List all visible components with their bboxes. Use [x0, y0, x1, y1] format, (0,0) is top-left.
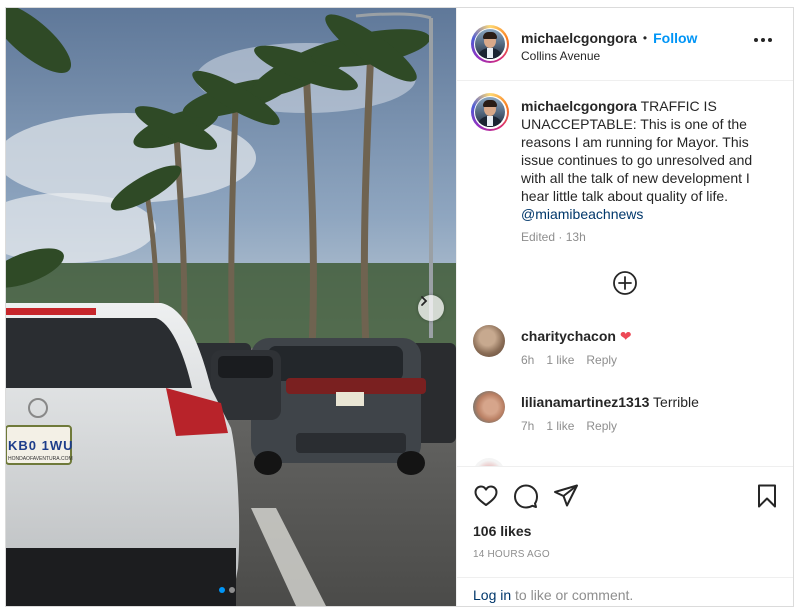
commenter-avatar-partial[interactable]	[473, 458, 505, 466]
save-button[interactable]	[754, 483, 780, 509]
caption-mention-link[interactable]: @miamibeachnews	[521, 206, 643, 222]
comment-button[interactable]	[513, 483, 539, 509]
more-horizontal-icon	[754, 38, 758, 42]
commenter-avatar[interactable]	[473, 391, 505, 423]
license-plate-dealer: HONDAOFAVENTURA.COM	[8, 456, 73, 462]
more-options-button[interactable]	[754, 38, 772, 42]
post-actions: 106 likes 14 HOURS AGO Log in to like or…	[457, 466, 793, 606]
instagram-post-dialog: KB0 1WU HONDAOFAVENTURA.COM michaelcgong…	[5, 7, 794, 607]
bookmark-icon	[758, 484, 776, 508]
follow-button[interactable]: Follow	[653, 30, 697, 46]
commenter-username[interactable]: charitychacon	[521, 328, 616, 344]
author-username[interactable]: michaelcgongora	[521, 30, 637, 46]
post-sidebar: michaelcgongora • Follow Collins Avenue …	[456, 8, 793, 606]
commenter-username[interactable]: lilianamartinez1313	[521, 394, 649, 410]
license-plate-text: KB0 1WU	[8, 438, 74, 453]
edited-label: Edited	[521, 230, 556, 244]
author-avatar[interactable]	[471, 25, 509, 63]
comment-likes[interactable]: 1 like	[546, 419, 574, 433]
edited-time: 13h	[565, 230, 586, 244]
caption-author-avatar[interactable]	[471, 93, 509, 131]
post-header: michaelcgongora • Follow Collins Avenue	[457, 8, 793, 81]
likes-count[interactable]: 106 likes	[473, 523, 531, 539]
post-location[interactable]: Collins Avenue	[521, 49, 600, 63]
post-timestamp: 14 HOURS AGO	[473, 549, 550, 560]
carousel-dot	[229, 587, 235, 593]
carousel-next-button[interactable]	[418, 295, 444, 321]
login-link[interactable]: Log in	[473, 587, 511, 603]
carousel-indicator	[219, 587, 235, 593]
header-separator: •	[642, 31, 648, 45]
reply-button[interactable]: Reply	[586, 353, 617, 367]
commenter-avatar[interactable]	[473, 325, 505, 357]
comment-likes[interactable]: 1 like	[546, 353, 574, 367]
comment-time: 6h	[521, 353, 535, 367]
post-caption: michaelcgongora TRAFFIC IS UNACCEPTABLE:…	[521, 97, 761, 223]
edited-dot: ·	[558, 230, 563, 244]
traffic-photo-illustration	[6, 8, 456, 606]
login-prompt-text: to like or comment.	[511, 587, 634, 603]
red-heart-emoji: ❤	[619, 328, 632, 344]
comment-text: Terrible	[653, 394, 699, 410]
heart-icon	[474, 485, 498, 506]
chevron-right-icon	[421, 296, 428, 306]
like-button[interactable]	[473, 483, 499, 509]
plus-circle-icon	[613, 271, 637, 295]
comment-icon	[514, 484, 538, 509]
share-button[interactable]	[553, 483, 579, 509]
carousel-dot	[219, 587, 225, 593]
send-icon	[554, 484, 578, 507]
reply-button[interactable]: Reply	[586, 419, 617, 433]
load-more-comments-button[interactable]	[612, 270, 638, 296]
post-photo[interactable]: KB0 1WU HONDAOFAVENTURA.COM	[6, 8, 456, 606]
caption-edited-meta: Edited · 13h	[521, 230, 586, 244]
login-prompt: Log in to like or comment.	[457, 577, 793, 606]
comment-time: 7h	[521, 419, 535, 433]
caption-username[interactable]: michaelcgongora	[521, 98, 637, 114]
